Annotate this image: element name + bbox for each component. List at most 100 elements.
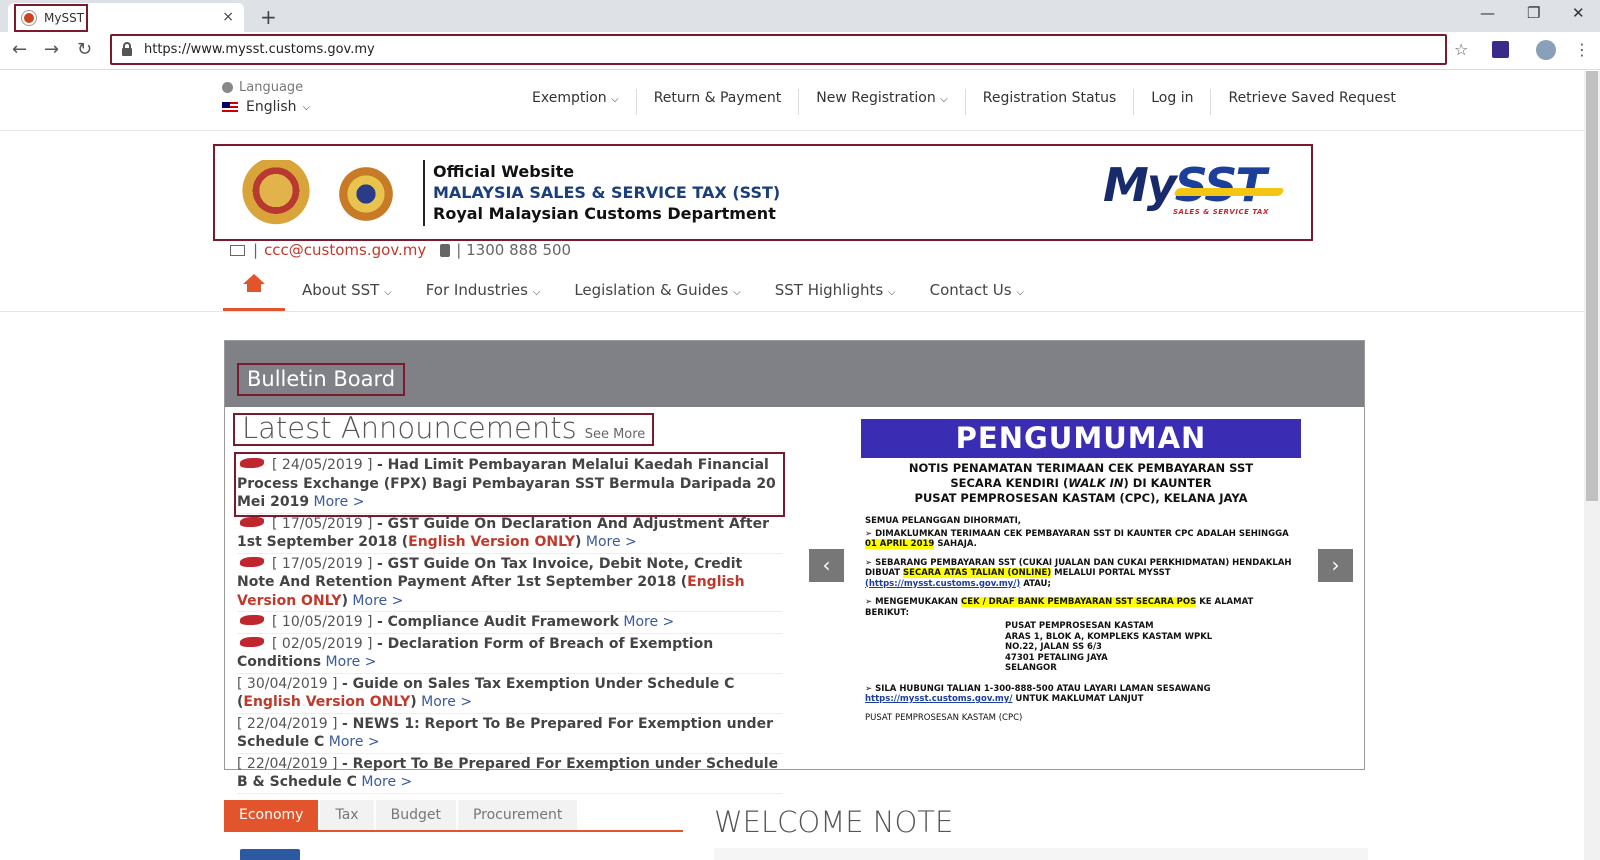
poster-title: PENGUMUMAN (861, 419, 1301, 458)
bulletin-title: Bulletin Board (237, 363, 406, 396)
extension-icon[interactable] (1492, 41, 1509, 58)
banner-official-website: Official Website (433, 162, 575, 181)
new-tab-button[interactable]: + (260, 5, 277, 29)
new-badge-icon (240, 516, 264, 527)
more-link[interactable]: More > (586, 534, 637, 550)
chevron-down-icon: ⌵ (302, 101, 311, 113)
main-navigation: About SST ⌵ For Industries ⌵ Legislation… (223, 268, 1041, 311)
top-menu-new-registration[interactable]: New Registration ⌵ (799, 89, 966, 115)
list-item[interactable]: [ 10/05/2019 ] - Compliance Audit Framew… (237, 612, 782, 634)
list-item[interactable]: [ 17/05/2019 ] - GST Guide On Declaratio… (237, 514, 782, 554)
tab-title-highlight: MySST (14, 4, 88, 32)
reload-button[interactable]: ↻ (77, 39, 92, 60)
logo-text: MySST (1103, 158, 1267, 212)
more-link[interactable]: More > (329, 734, 380, 750)
tab-budget[interactable]: Budget (375, 800, 456, 830)
poster-subtitle: NOTIS PENAMATAN TERIMAAN CEK PEMBAYARAN … (908, 461, 1254, 505)
welcome-note-heading: WELCOME NOTE (714, 805, 954, 839)
bookmark-star-icon[interactable]: ☆ (1454, 40, 1468, 59)
web-page: Language English ⌵ Exemption ⌵ Return & … (0, 71, 1584, 860)
chevron-down-icon: ⌵ (384, 286, 392, 298)
more-link[interactable]: More > (361, 774, 412, 790)
top-menu-registration-status[interactable]: Registration Status (966, 89, 1135, 115)
top-menu-log-in[interactable]: Log in (1134, 89, 1212, 115)
top-menu-retrieve-saved-request[interactable]: Retrieve Saved Request (1211, 89, 1412, 115)
more-link[interactable]: More > (326, 654, 377, 670)
see-more-link[interactable]: See More (585, 427, 646, 442)
bulletin-board: Bulletin Board Latest Announcements See … (224, 340, 1365, 794)
profile-avatar[interactable] (1536, 40, 1556, 60)
nav-for-industries[interactable]: For Industries ⌵ (409, 281, 558, 299)
top-menu-return-payment[interactable]: Return & Payment (637, 89, 800, 115)
more-link[interactable]: More > (352, 593, 403, 609)
announcement-poster[interactable]: PENGUMUMAN NOTIS PENAMATAN TERIMAAN CEK … (861, 419, 1301, 759)
tab-close-icon[interactable]: × (222, 9, 234, 25)
list-item[interactable]: [ 24/05/2019 ] - Had Limit Pembayaran Me… (234, 452, 785, 517)
nav-divider (0, 311, 1584, 312)
globe-icon (222, 82, 233, 93)
malaysia-coat-of-arms-icon (235, 160, 317, 228)
more-link[interactable]: More > (314, 494, 365, 510)
scrollbar-thumb[interactable] (1586, 71, 1598, 501)
announcements-title: Latest Announcements (242, 411, 577, 445)
list-item[interactable]: [ 17/05/2019 ] - GST Guide On Tax Invoic… (237, 554, 782, 612)
back-button[interactable]: ← (12, 39, 27, 60)
tab-title: MySST (44, 11, 85, 25)
list-item[interactable]: [ 22/04/2019 ] - NEWS 1: Report To Be Pr… (237, 714, 782, 754)
contact-email-link[interactable]: ccc@customs.gov.my (264, 241, 426, 259)
poster-body: SEMUA PELANGGAN DIHORMATI, ➢ DIMAKLUMKAN… (865, 516, 1292, 723)
browser-toolbar: ← → ↻ https://www.mysst.customs.gov.my ☆… (0, 32, 1600, 70)
forward-button[interactable]: → (44, 39, 59, 60)
news-thumbnail[interactable] (240, 849, 300, 860)
list-item[interactable]: [ 22/04/2019 ] - Report To Be Prepared F… (237, 754, 782, 794)
mail-icon (230, 244, 245, 256)
browser-tab-bar: MySST × + — ❐ ✕ (0, 0, 1600, 32)
new-badge-icon (240, 458, 264, 468)
language-selector[interactable]: English ⌵ (222, 99, 310, 115)
lock-icon (122, 41, 132, 56)
phone-icon (440, 243, 451, 257)
language-label: Language (222, 80, 303, 95)
tab-tax[interactable]: Tax (320, 800, 374, 830)
browser-menu-icon[interactable]: ⋮ (1574, 40, 1590, 59)
home-icon (243, 274, 265, 292)
more-link[interactable]: More > (421, 694, 472, 710)
tab-procurement[interactable]: Procurement (457, 800, 578, 830)
us-flag-icon (222, 101, 238, 113)
language-label-text: Language (239, 80, 304, 95)
new-badge-icon (240, 556, 264, 567)
chevron-down-icon: ⌵ (733, 286, 741, 298)
chevron-down-icon: ⌵ (1016, 286, 1024, 298)
chevron-down-icon: ⌵ (888, 286, 896, 298)
nav-contact-us[interactable]: Contact Us ⌵ (913, 281, 1041, 299)
announcement-list: [ 24/05/2019 ] - Had Limit Pembayaran Me… (234, 452, 785, 794)
top-menu: Exemption ⌵ Return & Payment New Registr… (515, 89, 1413, 115)
more-link[interactable]: More > (623, 614, 674, 630)
close-window-button[interactable]: ✕ (1572, 4, 1585, 22)
list-item[interactable]: [ 02/05/2019 ] - Declaration Form of Bre… (237, 634, 782, 674)
tab-economy[interactable]: Economy (224, 800, 319, 830)
restore-button[interactable]: ❐ (1527, 4, 1540, 22)
home-tab[interactable] (223, 268, 285, 311)
news-tabs: Economy Tax Budget Procurement (224, 800, 683, 832)
site-favicon-icon (22, 11, 36, 25)
top-menu-exemption[interactable]: Exemption ⌵ (515, 89, 637, 115)
logo-swoosh (1173, 188, 1285, 196)
slider-prev-button[interactable]: ‹ (809, 549, 844, 582)
page-scrollbar[interactable] (1584, 71, 1600, 860)
site-banner[interactable]: Official Website MALAYSIA SALES & SERVIC… (213, 144, 1313, 241)
nav-sst-highlights[interactable]: SST Highlights ⌵ (758, 281, 913, 299)
nav-about-sst[interactable]: About SST ⌵ (285, 281, 409, 299)
browser-tab[interactable]: MySST × (8, 3, 244, 32)
url-text[interactable]: https://www.mysst.customs.gov.my (144, 42, 375, 57)
chevron-down-icon: ⌵ (940, 94, 948, 105)
language-value: English (246, 99, 297, 115)
slider-next-button[interactable]: › (1318, 549, 1353, 582)
welcome-note-content (714, 848, 1368, 860)
minimize-button[interactable]: — (1480, 4, 1495, 22)
address-bar[interactable]: https://www.mysst.customs.gov.my (110, 34, 1447, 65)
new-badge-icon (240, 636, 264, 647)
contact-phone: 1300 888 500 (466, 241, 572, 259)
list-item[interactable]: [ 30/04/2019 ] - Guide on Sales Tax Exem… (237, 674, 782, 714)
nav-legislation-guides[interactable]: Legislation & Guides ⌵ (557, 281, 757, 299)
